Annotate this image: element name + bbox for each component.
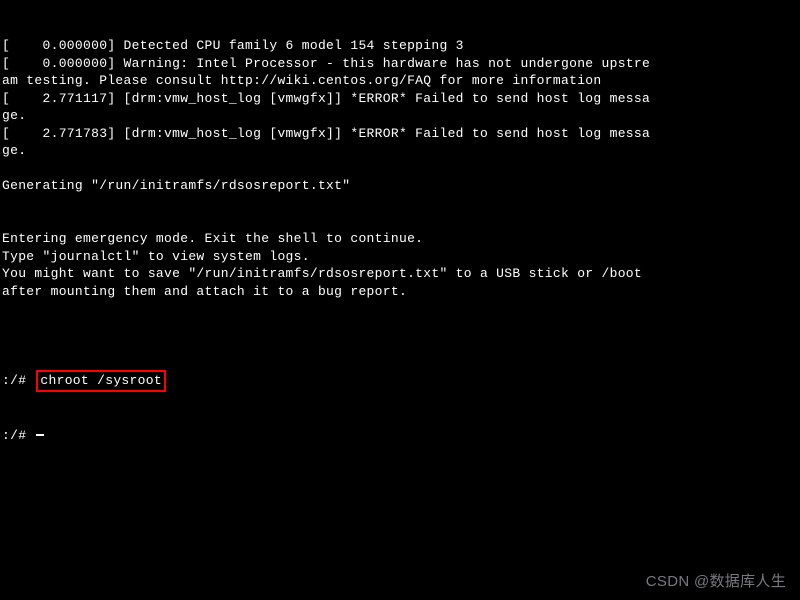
boot-log-line: You might want to save "/run/initramfs/r… bbox=[2, 265, 800, 283]
boot-log-line: Generating "/run/initramfs/rdsosreport.t… bbox=[2, 177, 800, 195]
boot-log-line: ge. bbox=[2, 107, 800, 125]
boot-log-line: ge. bbox=[2, 142, 800, 160]
shell-prompt-line-1: :/# chroot /sysroot bbox=[2, 370, 800, 392]
shell-prompt-prefix: :/# bbox=[2, 427, 34, 445]
highlighted-command-box: chroot /sysroot bbox=[36, 370, 166, 392]
terminal-screen[interactable]: [ 0.000000] Detected CPU family 6 model … bbox=[0, 0, 800, 462]
boot-log-line bbox=[2, 318, 800, 336]
boot-log-line bbox=[2, 160, 800, 178]
boot-log-area: [ 0.000000] Detected CPU family 6 model … bbox=[2, 37, 800, 335]
boot-log-line: Type "journalctl" to view system logs. bbox=[2, 248, 800, 266]
watermark-text: CSDN @数据库人生 bbox=[646, 572, 786, 592]
entered-command: chroot /sysroot bbox=[40, 373, 162, 388]
shell-prompt-line-2[interactable]: :/# bbox=[2, 427, 800, 445]
boot-log-line: [ 2.771783] [drm:vmw_host_log [vmwgfx]] … bbox=[2, 125, 800, 143]
boot-log-line: am testing. Please consult http://wiki.c… bbox=[2, 72, 800, 90]
boot-log-line: [ 0.000000] Detected CPU family 6 model … bbox=[2, 37, 800, 55]
boot-log-line: [ 2.771117] [drm:vmw_host_log [vmwgfx]] … bbox=[2, 90, 800, 108]
boot-log-line: [ 0.000000] Warning: Intel Processor - t… bbox=[2, 55, 800, 73]
boot-log-line bbox=[2, 195, 800, 213]
boot-log-line bbox=[2, 300, 800, 318]
boot-log-line: Entering emergency mode. Exit the shell … bbox=[2, 230, 800, 248]
boot-log-line bbox=[2, 213, 800, 231]
shell-prompt-prefix: :/# bbox=[2, 372, 34, 390]
boot-log-line: after mounting them and attach it to a b… bbox=[2, 283, 800, 301]
cursor-icon bbox=[36, 434, 44, 436]
